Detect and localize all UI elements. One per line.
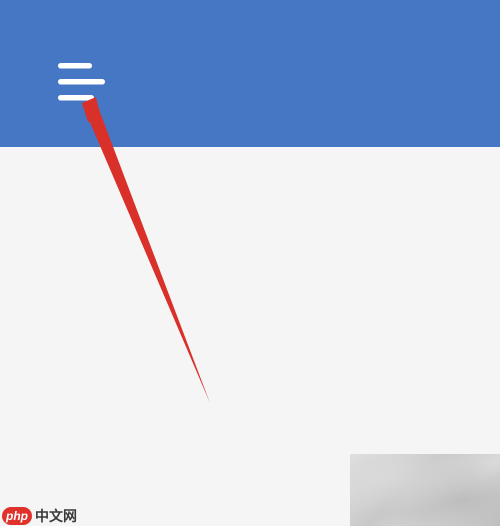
- hamburger-menu-icon: [58, 63, 105, 101]
- watermark: php 中文网: [2, 505, 77, 526]
- watermark-site-name: 中文网: [35, 507, 77, 524]
- app-bar: [0, 0, 500, 147]
- menu-button[interactable]: [50, 56, 112, 110]
- blurred-region: [350, 454, 500, 526]
- watermark-logo: php: [2, 506, 32, 525]
